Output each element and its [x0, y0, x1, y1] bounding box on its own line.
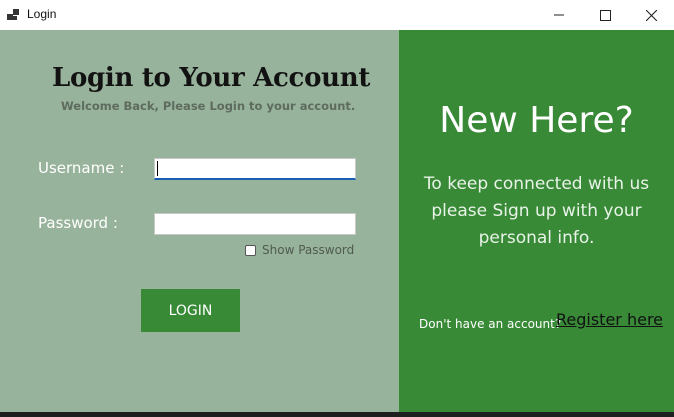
app-icon [7, 8, 21, 22]
close-button[interactable] [628, 0, 674, 30]
new-here-title: New Here? [439, 100, 634, 141]
maximize-icon [599, 9, 611, 21]
register-link[interactable]: Register here [556, 310, 663, 329]
minimize-icon [554, 14, 564, 16]
close-icon [645, 9, 657, 21]
text-caret [157, 161, 158, 176]
title-bar[interactable]: Login [0, 0, 674, 30]
minimize-button[interactable] [536, 0, 582, 30]
show-password-label: Show Password [262, 243, 355, 257]
window-title: Login [27, 7, 57, 21]
maximize-button[interactable] [582, 0, 628, 30]
login-button[interactable]: LOGIN [141, 289, 240, 332]
username-input[interactable] [154, 158, 356, 180]
password-input[interactable] [154, 213, 356, 235]
signup-message: To keep connected with us please Sign up… [423, 174, 650, 248]
no-account-text: Don't have an account? [419, 317, 562, 331]
login-window: Login Login to Your Account Welcome Back… [0, 0, 674, 412]
show-password-toggle[interactable]: Show Password [245, 243, 354, 257]
username-label: Username : [38, 159, 125, 177]
show-password-checkbox[interactable] [245, 244, 256, 256]
login-subheading: Welcome Back, Please Login to your accou… [61, 99, 356, 113]
password-label: Password : [38, 214, 118, 232]
login-heading: Login to Your Account [52, 63, 371, 93]
